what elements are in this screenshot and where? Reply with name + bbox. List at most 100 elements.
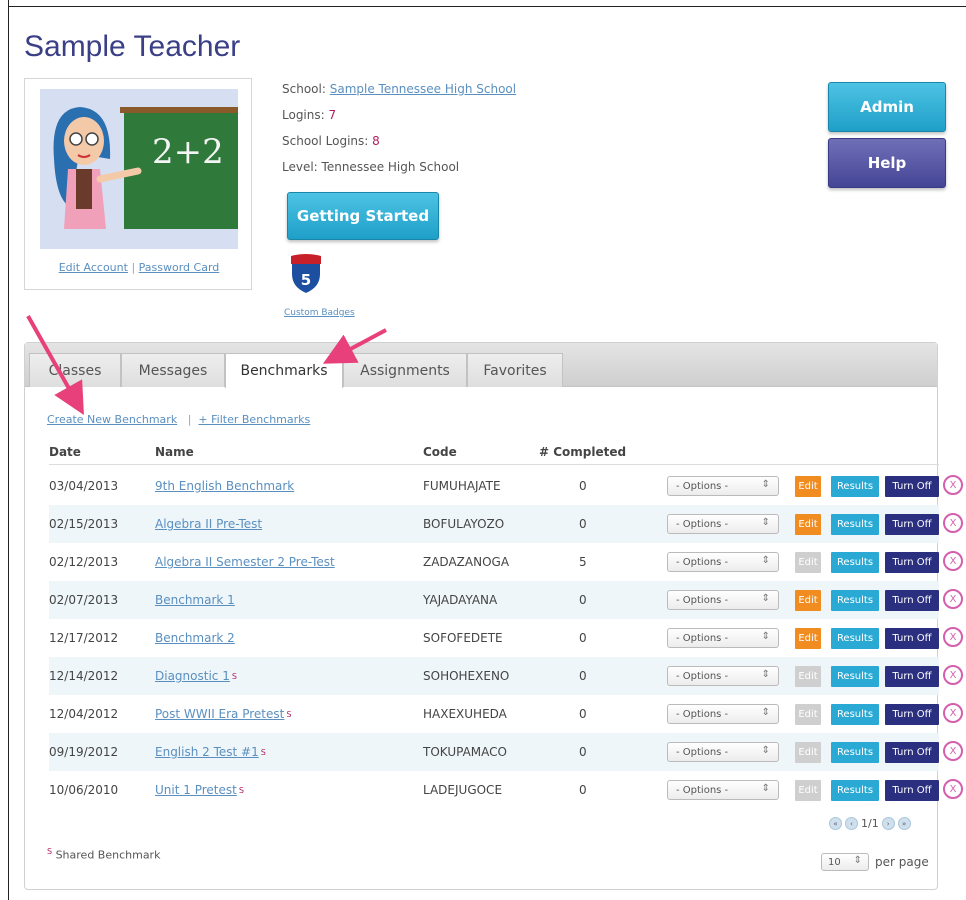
remove-icon[interactable]: X: [943, 703, 963, 723]
edit-button-disabled: Edit: [795, 780, 821, 801]
edit-button[interactable]: Edit: [795, 628, 821, 649]
last-page-icon[interactable]: »: [897, 817, 911, 830]
results-button[interactable]: Results: [831, 780, 879, 801]
remove-icon[interactable]: X: [943, 551, 963, 571]
password-card-link[interactable]: Password Card: [139, 261, 220, 274]
turn-off-button[interactable]: Turn Off: [885, 514, 939, 535]
tab-assignments[interactable]: Assignments: [343, 353, 467, 387]
row-code: HAXEXUHEDA: [423, 707, 507, 721]
benchmark-name-link[interactable]: Algebra II Pre-Test: [155, 517, 262, 531]
row-name: Post WWII Era Pretest S: [155, 695, 291, 733]
results-button[interactable]: Results: [831, 628, 879, 649]
benchmark-name-link[interactable]: Benchmark 2: [155, 631, 235, 645]
benchmark-name-link[interactable]: Benchmark 1: [155, 593, 235, 607]
level-info: Level: Tennessee High School: [282, 160, 459, 174]
header-completed: # Completed: [539, 445, 627, 459]
filter-benchmarks-link[interactable]: + Filter Benchmarks: [198, 413, 310, 426]
remove-icon[interactable]: X: [943, 665, 963, 685]
results-button[interactable]: Results: [831, 666, 879, 687]
select-arrows-icon: ⇕: [761, 745, 770, 756]
remove-icon[interactable]: X: [943, 741, 963, 761]
frame-top-border: [8, 6, 966, 7]
header-date: Date: [49, 445, 81, 459]
row-date: 12/14/2012: [49, 669, 119, 683]
options-select[interactable]: - Options - ⇕: [667, 628, 779, 648]
row-name: Benchmark 1: [155, 581, 237, 619]
tab-benchmarks[interactable]: Benchmarks: [225, 353, 343, 388]
remove-icon[interactable]: X: [943, 627, 963, 647]
per-page-value: 10: [828, 856, 841, 868]
tab-messages[interactable]: Messages: [121, 353, 225, 387]
row-name: Diagnostic 1S: [155, 657, 237, 695]
options-select[interactable]: - Options - ⇕: [667, 514, 779, 534]
row-name: English 2 Test #1 S: [155, 733, 266, 771]
options-select-value: - Options -: [676, 784, 729, 796]
remove-icon[interactable]: X: [943, 475, 963, 495]
remove-icon[interactable]: X: [943, 589, 963, 609]
results-button[interactable]: Results: [831, 590, 879, 611]
tab-classes[interactable]: Classes: [29, 353, 121, 387]
results-button[interactable]: Results: [831, 476, 879, 497]
options-select[interactable]: - Options - ⇕: [667, 476, 779, 496]
previous-page-icon[interactable]: ‹: [845, 817, 858, 830]
interstate-badge-icon[interactable]: 5: [287, 252, 325, 296]
edit-account-link[interactable]: Edit Account: [59, 261, 128, 274]
shared-mark: S: [286, 709, 292, 719]
tab-favorites[interactable]: Favorites: [467, 353, 563, 387]
edit-button[interactable]: Edit: [795, 514, 821, 535]
admin-button[interactable]: Admin: [828, 82, 946, 132]
svg-text:2+2: 2+2: [152, 132, 224, 172]
school-link[interactable]: Sample Tennessee High School: [330, 82, 516, 96]
options-select[interactable]: - Options - ⇕: [667, 552, 779, 572]
benchmark-name-link[interactable]: Post WWII Era Pretest: [155, 707, 284, 721]
edit-button[interactable]: Edit: [795, 590, 821, 611]
turn-off-button[interactable]: Turn Off: [885, 476, 939, 497]
options-select[interactable]: - Options - ⇕: [667, 742, 779, 762]
pagination: « ‹ 1/1 › »: [829, 817, 911, 830]
turn-off-button[interactable]: Turn Off: [885, 704, 939, 725]
options-select[interactable]: - Options - ⇕: [667, 666, 779, 686]
results-button[interactable]: Results: [831, 704, 879, 725]
options-select[interactable]: - Options - ⇕: [667, 590, 779, 610]
remove-icon[interactable]: X: [943, 513, 963, 533]
row-code: LADEJUGOCE: [423, 783, 503, 797]
per-page-label: per page: [875, 855, 929, 869]
help-button[interactable]: Help: [828, 138, 946, 188]
results-button[interactable]: Results: [831, 742, 879, 763]
turn-off-button[interactable]: Turn Off: [885, 628, 939, 649]
remove-icon[interactable]: X: [943, 779, 963, 799]
turn-off-button[interactable]: Turn Off: [885, 666, 939, 687]
options-select-value: - Options -: [676, 632, 729, 644]
table-row: 02/12/2013 Algebra II Semester 2 Pre-Tes…: [49, 543, 963, 581]
benchmark-name-link[interactable]: 9th English Benchmark: [155, 479, 294, 493]
select-arrows-icon: ⇕: [761, 783, 770, 794]
edit-button[interactable]: Edit: [795, 476, 821, 497]
benchmark-name-link[interactable]: Algebra II Semester 2 Pre-Test: [155, 555, 335, 569]
first-page-icon[interactable]: «: [829, 817, 842, 830]
options-select[interactable]: - Options - ⇕: [667, 780, 779, 800]
row-completed: 0: [579, 707, 587, 721]
options-select-value: - Options -: [676, 594, 729, 606]
row-date: 02/12/2013: [49, 555, 119, 569]
page-title: Sample Teacher: [24, 30, 241, 64]
results-button[interactable]: Results: [831, 514, 879, 535]
row-completed: 0: [579, 783, 587, 797]
getting-started-button[interactable]: Getting Started: [287, 192, 439, 240]
options-select[interactable]: - Options - ⇕: [667, 704, 779, 724]
turn-off-button[interactable]: Turn Off: [885, 590, 939, 611]
turn-off-button[interactable]: Turn Off: [885, 780, 939, 801]
options-select-value: - Options -: [676, 708, 729, 720]
table-row: 02/07/2013 Benchmark 1 YAJADAYANA 0 - Op…: [49, 581, 963, 619]
create-benchmark-link[interactable]: Create New Benchmark: [47, 413, 177, 426]
next-page-icon[interactable]: ›: [881, 817, 895, 830]
row-code: ZADAZANOGA: [423, 555, 510, 569]
turn-off-button[interactable]: Turn Off: [885, 552, 939, 573]
benchmark-name-link[interactable]: English 2 Test #1: [155, 745, 259, 759]
per-page-select[interactable]: 10 ⇕: [821, 853, 869, 871]
results-button[interactable]: Results: [831, 552, 879, 573]
custom-badges-link[interactable]: Custom Badges: [284, 308, 355, 318]
options-select-value: - Options -: [676, 556, 729, 568]
benchmark-name-link[interactable]: Unit 1 Pretest: [155, 783, 237, 797]
benchmark-name-link[interactable]: Diagnostic 1: [155, 669, 230, 683]
turn-off-button[interactable]: Turn Off: [885, 742, 939, 763]
